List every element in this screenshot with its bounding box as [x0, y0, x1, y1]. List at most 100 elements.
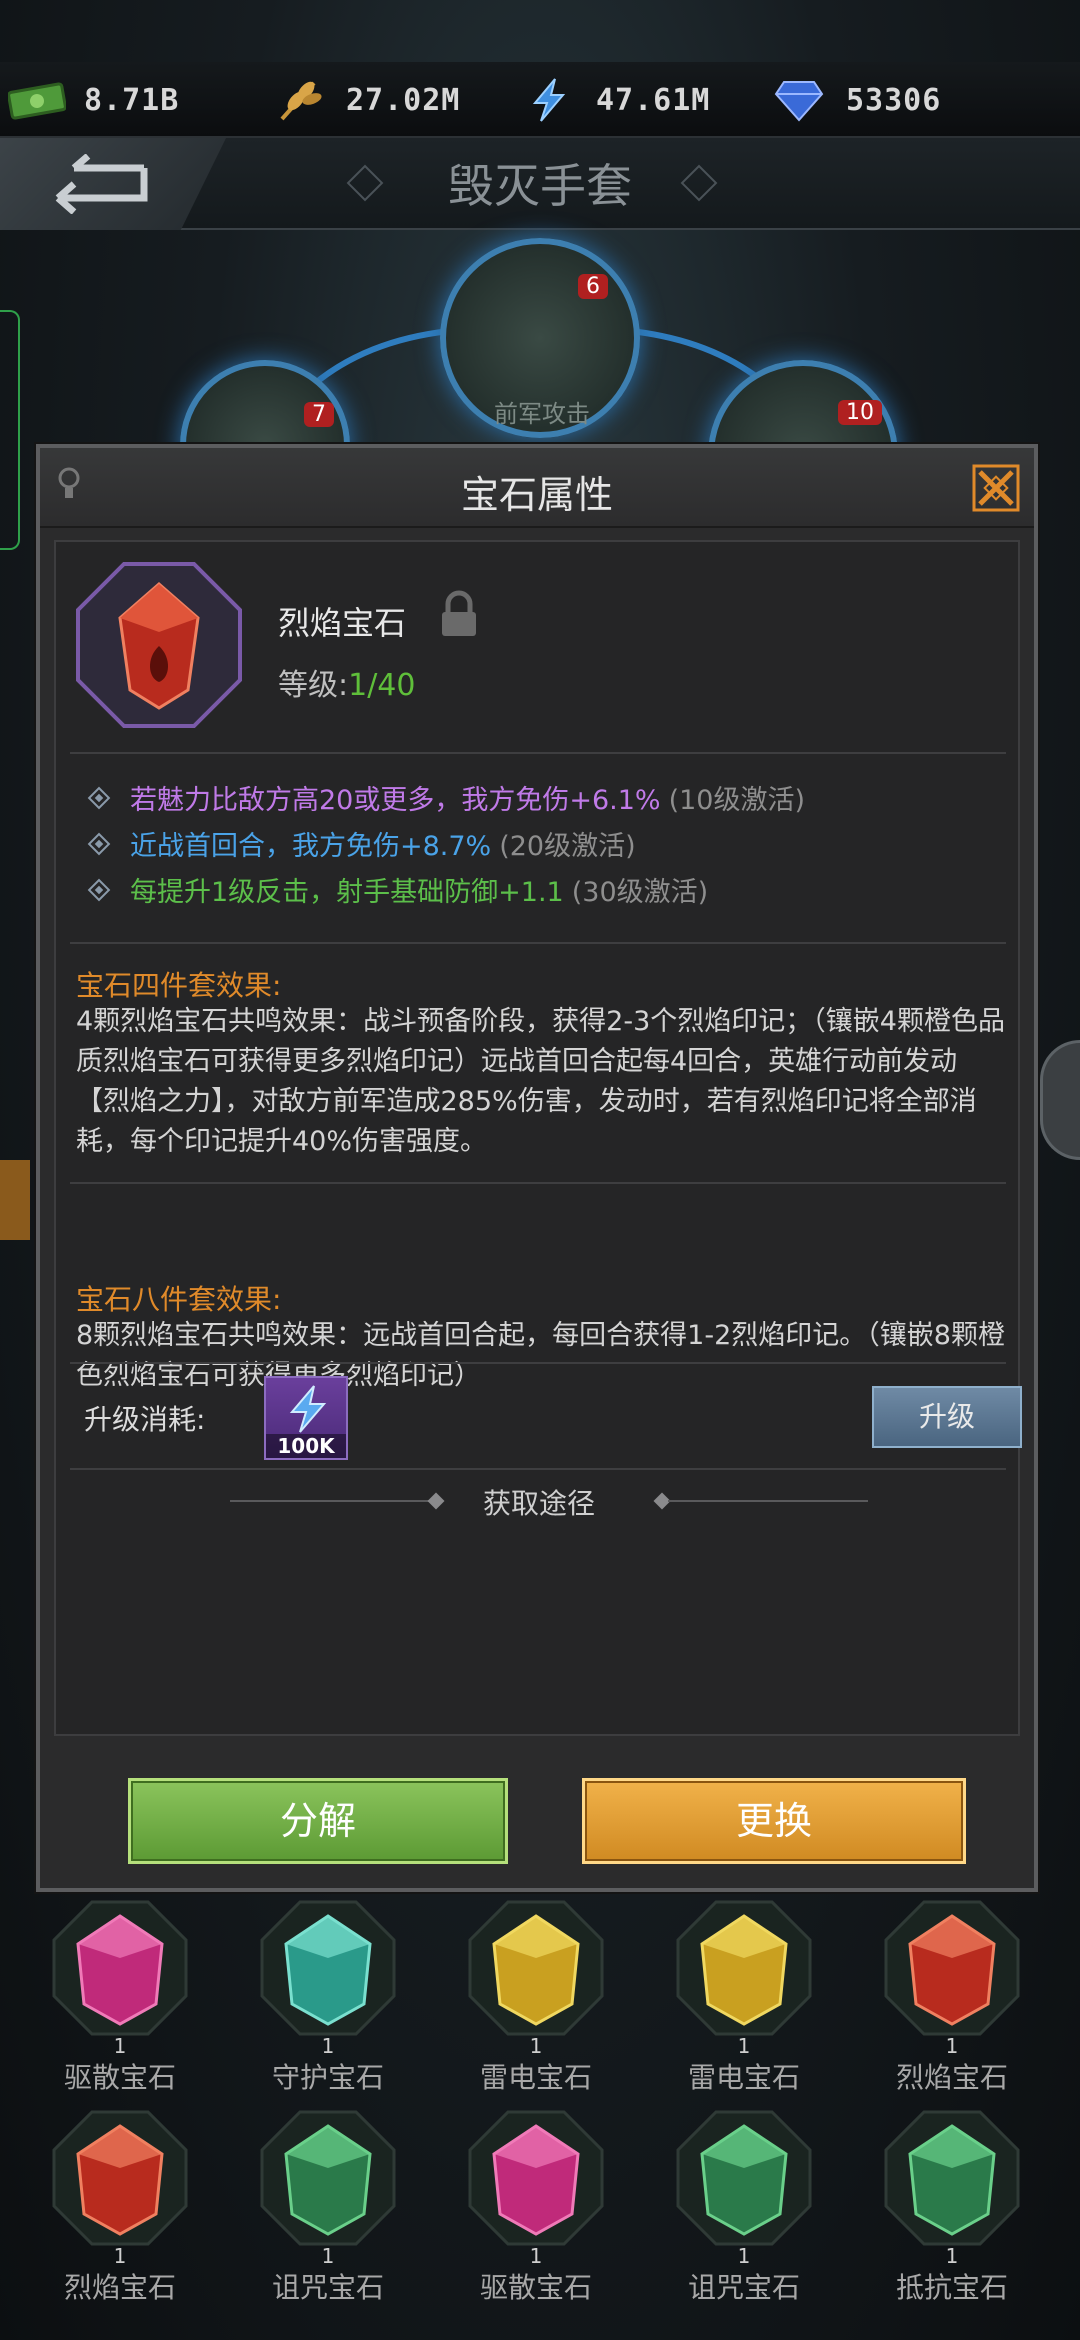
pink-gem-icon [468, 2110, 604, 2246]
node-badge: 7 [304, 402, 334, 427]
diamond-bullet-icon [87, 878, 111, 901]
inventory-gem-slot[interactable]: 1 驱散宝石 [446, 2110, 626, 2320]
resource-wheat[interactable]: 27.02M [270, 62, 460, 138]
replace-button[interactable]: 更换 [582, 1778, 966, 1864]
gem-name: 守护宝石 [271, 2061, 384, 2094]
fire-gem-icon [76, 562, 242, 728]
diamond-bullet-icon [87, 832, 111, 855]
gem-quantity: 1 [529, 2034, 543, 2058]
back-arrow-icon [55, 154, 148, 214]
divider [70, 1182, 1006, 1184]
attribute-condition: (20级激活) [499, 831, 636, 862]
energy-value: 47.61M [596, 82, 711, 118]
set4-title: 宝石四件套效果: [76, 969, 282, 1002]
inventory-gem-slot[interactable]: 1 诅咒宝石 [238, 2110, 418, 2320]
attribute-text: 近战首回合，我方免伤+8.7% [130, 831, 492, 862]
inventory-gem-slot[interactable]: 1 雷电宝石 [446, 1900, 626, 2110]
gem-name: 烈焰宝石 [63, 2271, 176, 2304]
upgrade-button[interactable]: 升级 [872, 1386, 1022, 1448]
lightning-icon [520, 77, 578, 123]
upgrade-cost-item[interactable]: 100K [264, 1376, 348, 1460]
inventory-gem-slot[interactable]: 1 守护宝石 [238, 1900, 418, 2110]
dialog-title: 宝石属性 [460, 473, 613, 517]
attribute-text: 若魅力比敌方高20或更多，我方免伤+6.1% [130, 785, 661, 816]
gem-name: 诅咒宝石 [687, 2271, 800, 2304]
gem-attributes-dialog: 宝石属性 烈焰宝石 等级:1/40 若魅力比敌方高20或更多，我方免伤+6.1%… [36, 444, 1038, 1892]
gem-quantity: 1 [529, 2244, 543, 2268]
red-gem-icon [884, 1900, 1020, 2036]
pink-gem-icon [52, 1900, 188, 2036]
inventory-gem-slot[interactable]: 1 雷电宝石 [654, 1900, 834, 2110]
divider [70, 1468, 1006, 1470]
diamond-icon [770, 77, 828, 123]
side-tab-left[interactable] [0, 310, 20, 550]
green-gem-icon [260, 2110, 396, 2246]
resource-diamond[interactable]: 53306 [770, 62, 941, 138]
gem-quantity: 1 [321, 2034, 335, 2058]
yellow-gem-icon [468, 1900, 604, 2036]
lock-icon[interactable] [436, 590, 482, 640]
upgrade-cost-label: 升级消耗: [84, 1403, 206, 1436]
gem-quantity: 1 [737, 2244, 751, 2268]
gem-name: 抵抗宝石 [895, 2271, 1008, 2304]
green-gem-icon [676, 2110, 812, 2246]
attribute-text: 每提升1级反击，射手基础防御+1.1 [130, 877, 564, 908]
cash-value: 8.71B [84, 82, 180, 118]
gem-level: 等级:1/40 [278, 660, 415, 704]
divider [70, 942, 1006, 944]
gem-name: 雷电宝石 [479, 2061, 592, 2094]
gem-name: 雷电宝石 [687, 2061, 800, 2094]
wheat-icon [270, 77, 328, 123]
decompose-button[interactable]: 分解 [128, 1778, 508, 1864]
obtain-line-right [668, 1500, 868, 1502]
attribute-row-1: 若魅力比敌方高20或更多，我方免伤+6.1% (10级激活) [86, 778, 805, 817]
inventory-gem-slot[interactable]: 1 抵抗宝石 [862, 2110, 1042, 2320]
gem-quantity: 1 [945, 2034, 959, 2058]
level-label: 等级: [278, 668, 349, 703]
wheat-value: 27.02M [346, 82, 461, 118]
node-badge: 10 [838, 400, 882, 425]
cash-icon [8, 77, 66, 123]
gem-name: 驱散宝石 [63, 2061, 176, 2094]
dialog-body: 烈焰宝石 等级:1/40 若魅力比敌方高20或更多，我方免伤+6.1% (10级… [54, 540, 1022, 1736]
gem-quantity: 1 [321, 2244, 335, 2268]
set8-description: 8颗烈焰宝石共鸣效果：远战首回合起，每回合获得1-2烈焰印记。（镶嵌8颗橙色烈焰… [76, 1320, 1005, 1391]
teal-gem-icon [260, 1900, 396, 2036]
gem-name: 驱散宝石 [479, 2271, 592, 2304]
gem-quantity: 1 [945, 2244, 959, 2268]
divider [70, 1362, 1006, 1364]
level-value: 1/40 [348, 668, 416, 703]
inventory-gem-slot[interactable]: 1 驱散宝石 [30, 1900, 210, 2110]
gem-name: 烈焰宝石 [278, 604, 407, 642]
attribute-condition: (30级激活) [571, 877, 709, 908]
attribute-row-2: 近战首回合，我方免伤+8.7% (20级激活) [86, 824, 636, 863]
inventory-gem-slot[interactable]: 1 烈焰宝石 [30, 2110, 210, 2320]
gem-quantity: 1 [737, 2034, 751, 2058]
node-badge: 6 [578, 274, 608, 299]
side-tab-orange[interactable] [0, 1160, 30, 1240]
resource-cash[interactable]: 8.71B [8, 62, 179, 138]
diamond-value: 53306 [846, 82, 942, 118]
resource-bar: 8.71B 27.02M 47.61M 53306 [0, 62, 1080, 138]
diamond-bullet-icon [87, 786, 111, 809]
inventory-gem-slot[interactable]: 1 诅咒宝石 [654, 2110, 834, 2320]
inventory-gem-slot[interactable]: 1 烈焰宝石 [862, 1900, 1042, 2110]
close-icon[interactable] [970, 462, 1022, 514]
divider [70, 752, 1006, 754]
lightning-icon [289, 1385, 327, 1433]
node-caption: 前军攻击 [494, 400, 590, 428]
red-gem-icon [52, 2110, 188, 2246]
attribute-condition: (10级激活) [668, 785, 806, 816]
gem-quantity: 1 [113, 2034, 127, 2058]
green-gem-icon [884, 2110, 1020, 2246]
upgrade-cost-amount: 100K [266, 1434, 346, 1458]
gem-name: 诅咒宝石 [271, 2271, 384, 2304]
gem-quantity: 1 [113, 2244, 127, 2268]
yellow-gem-icon [676, 1900, 812, 2036]
tree-node-top[interactable]: 6 前军攻击 [440, 238, 640, 438]
set4-description: 4颗烈焰宝石共鸣效果：战斗预备阶段，获得2-3个烈焰印记；（镶嵌4颗橙色品质烈焰… [76, 1006, 1005, 1157]
dialog-header: 宝石属性 [40, 448, 1034, 528]
resource-energy[interactable]: 47.61M [520, 62, 710, 138]
side-button-right[interactable] [1040, 1040, 1080, 1160]
attribute-row-3: 每提升1级反击，射手基础防御+1.1 (30级激活) [86, 870, 708, 909]
